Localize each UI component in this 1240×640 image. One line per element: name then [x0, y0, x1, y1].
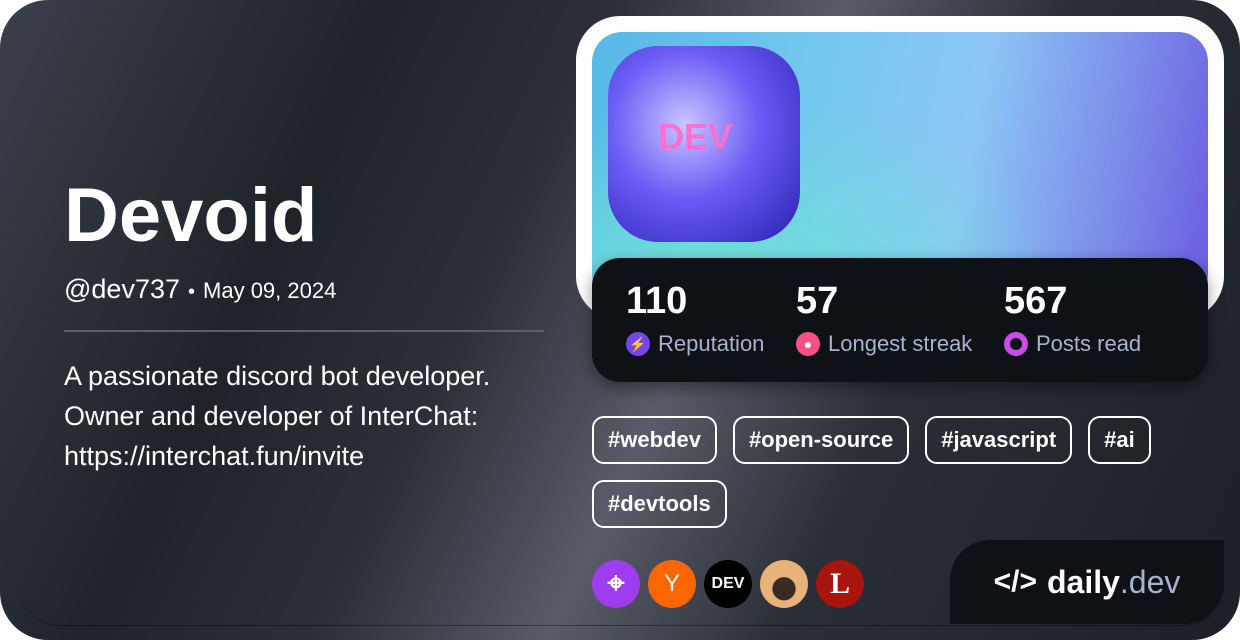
l-source-icon[interactable]: L: [816, 560, 864, 608]
ring-icon: [1004, 332, 1028, 356]
stat-label: Longest streak: [828, 331, 973, 356]
stat-label: Posts read: [1036, 331, 1142, 356]
profile-name: Devoid: [64, 173, 318, 258]
stat-value: 57: [796, 280, 839, 322]
join-date: May 09, 2024: [203, 278, 337, 303]
tag[interactable]: #ai: [1088, 416, 1151, 464]
stats-panel: 110 ⚡ Reputation 57 ● Longest streak 567 P…: [592, 258, 1208, 382]
avatar-text: DEV: [658, 116, 733, 157]
logo-text: daily: [1046, 563, 1120, 600]
tag[interactable]: #webdev: [592, 416, 717, 464]
tag-list: #webdev #open-source #javascript #ai #de…: [592, 416, 1212, 528]
logo-icon: </>: [993, 565, 1037, 598]
stat-reputation: 110 ⚡ Reputation: [626, 280, 764, 357]
dev-to-source-icon[interactable]: DEV: [704, 560, 752, 608]
devsquad-source-icon[interactable]: [760, 560, 808, 608]
logo-suffix: .dev: [1119, 563, 1181, 600]
daily-dev-logo: </> daily .dev: [950, 540, 1224, 624]
profile-bio: A passionate discord bot developer. Owne…: [64, 361, 491, 471]
source-list: ⌖ Y DEV L: [592, 560, 864, 608]
stat-label: Reputation: [658, 331, 765, 356]
stat-posts-read: 567 Posts read: [1004, 280, 1141, 357]
hacker-news-source-icon[interactable]: Y: [648, 560, 696, 608]
flame-icon: ●: [796, 332, 820, 356]
profile-meta: @dev737 • May 09, 2024: [64, 274, 336, 305]
separator: •: [188, 281, 196, 303]
stat-streak: 57 ● Longest streak: [796, 280, 972, 357]
tag[interactable]: #devtools: [592, 480, 727, 528]
avatar: DEV: [608, 46, 800, 242]
stat-value: 110: [626, 280, 688, 322]
stat-value: 567: [1004, 280, 1068, 322]
profile-card: Devoid @dev737 • May 09, 2024 A passionate…: [0, 0, 1240, 640]
tag[interactable]: #open-source: [732, 416, 910, 464]
username: @dev737: [64, 274, 180, 304]
crosshair-source-icon[interactable]: ⌖: [592, 560, 640, 608]
tag[interactable]: #javascript: [925, 416, 1073, 464]
divider: [64, 330, 544, 332]
lightning-icon: ⚡: [626, 332, 650, 356]
